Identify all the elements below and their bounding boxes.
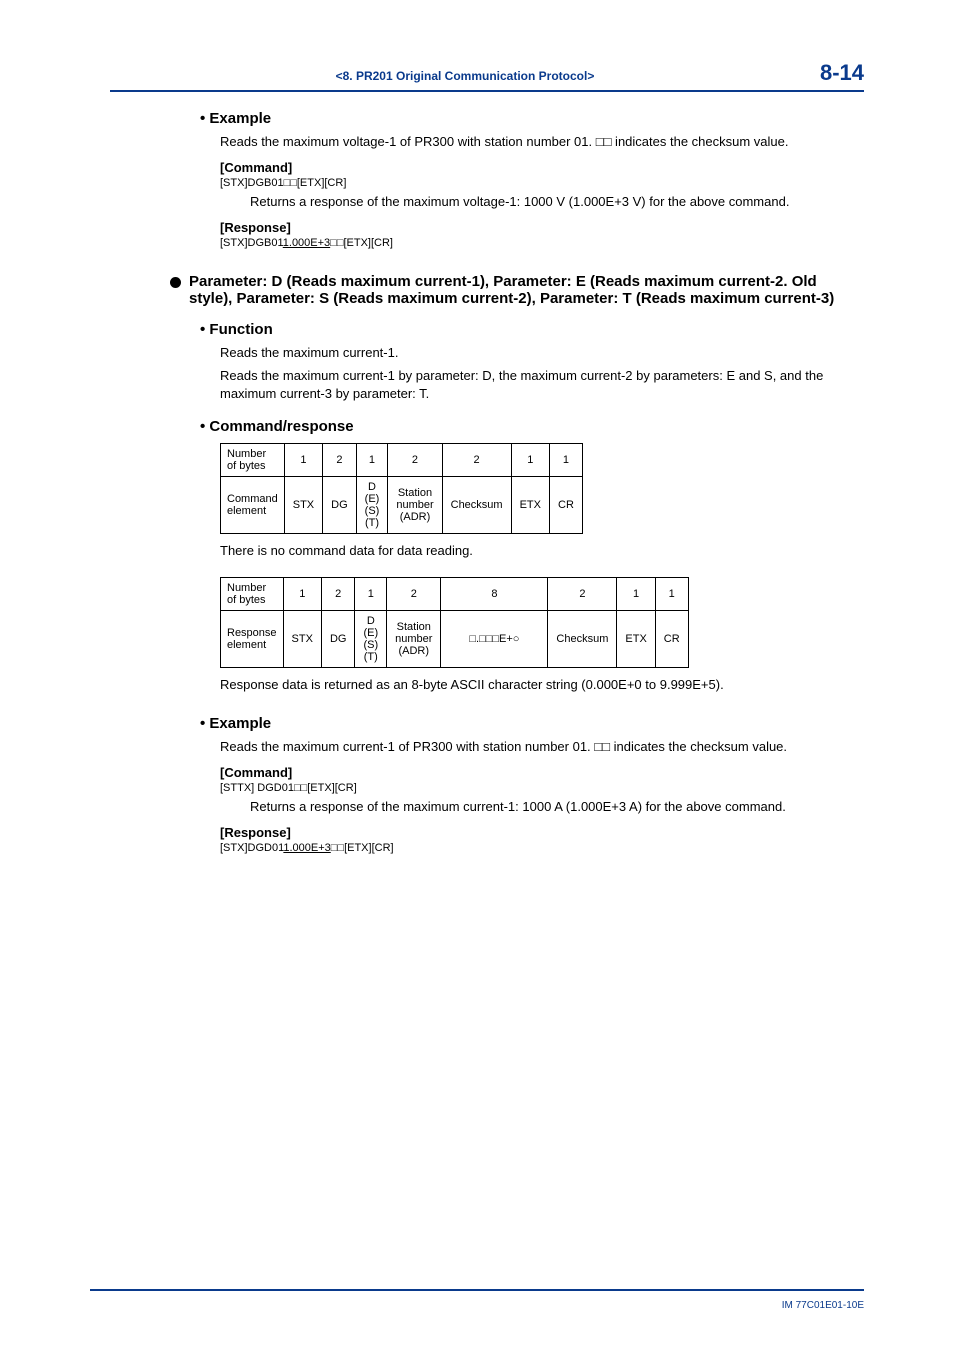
t2-r2-c7: ETX xyxy=(617,611,655,668)
example1-cmd-desc: Returns a response of the maximum voltag… xyxy=(250,193,864,212)
example2-resp-label: [Response] xyxy=(220,825,864,840)
example2-cmd-label: [Command] xyxy=(220,765,864,780)
function-line1: Reads the maximum current-1. xyxy=(220,344,864,363)
example2-intro: Reads the maximum current-1 of PR300 wit… xyxy=(220,738,864,757)
t2-r2-c1: STX xyxy=(283,611,321,668)
t2-r1-c7: 1 xyxy=(617,578,655,611)
t1-r2-c4: Stationnumber(ADR) xyxy=(388,477,442,534)
example2-resp-prefix: [STX]DGD01 xyxy=(220,842,283,854)
t1-r1-c6: 1 xyxy=(511,444,549,477)
example1-resp-line: [STX]DGB011.000E+3□□[ETX][CR] xyxy=(220,237,864,249)
response-note: Response data is returned as an 8-byte A… xyxy=(220,676,864,695)
t2-r1-c8: 1 xyxy=(655,578,688,611)
example2-resp-line: [STX]DGD011.000E+3□□[ETX][CR] xyxy=(220,842,864,854)
t2-r1-c5: 8 xyxy=(441,578,548,611)
t1-r2-c1: STX xyxy=(284,477,322,534)
example2-heading: • Example xyxy=(200,715,864,732)
t1-r2-c2: DG xyxy=(323,477,357,534)
t2-r1-c3: 1 xyxy=(355,578,387,611)
t2-r2-c0: Responseelement xyxy=(221,611,284,668)
example1-resp-label: [Response] xyxy=(220,220,864,235)
t1-r2-c5: Checksum xyxy=(442,477,511,534)
command-table: Numberof bytes 1 2 1 2 2 1 1 Commandelem… xyxy=(220,443,583,534)
t2-r1-c6: 2 xyxy=(548,578,617,611)
parameter-heading: Parameter: D (Reads maximum current-1), … xyxy=(170,273,864,307)
page-header: <8. PR201 Original Communication Protoco… xyxy=(110,60,864,92)
t1-r1-c1: 1 xyxy=(284,444,322,477)
t2-r2-c5: □.□□□E+○ xyxy=(441,611,548,668)
t1-r2-c6: ETX xyxy=(511,477,549,534)
example1-cmd-line: [STX]DGB01□□[ETX][CR] xyxy=(220,177,864,189)
function-line2: Reads the maximum current-1 by parameter… xyxy=(220,367,864,405)
t1-r2-c0: Commandelement xyxy=(221,477,285,534)
example2-resp-suffix: □□[ETX][CR] xyxy=(331,842,394,854)
example2-cmd-line: [STTX] DGD01□□[ETX][CR] xyxy=(220,782,864,794)
example1-resp-suffix: □□[ETX][CR] xyxy=(330,237,393,249)
t2-r2-c4: Stationnumber(ADR) xyxy=(387,611,441,668)
example1-cmd-label: [Command] xyxy=(220,160,864,175)
example1-intro: Reads the maximum voltage-1 of PR300 wit… xyxy=(220,133,864,152)
example1-heading: • Example xyxy=(200,110,864,127)
t1-r1-c4: 2 xyxy=(388,444,442,477)
page-number: 8-14 xyxy=(820,60,864,86)
t1-r1-c0: Numberof bytes xyxy=(221,444,285,477)
example2-cmd-desc: Returns a response of the maximum curren… xyxy=(250,798,864,817)
t1-r1-c2: 2 xyxy=(323,444,357,477)
footer-doc-id: IM 77C01E01-10E xyxy=(782,1300,864,1311)
no-command-data-note: There is no command data for data readin… xyxy=(220,542,864,561)
t1-r1-c5: 2 xyxy=(442,444,511,477)
example2-resp-underlined: 1.000E+3 xyxy=(283,842,330,854)
chapter-title: <8. PR201 Original Communication Protoco… xyxy=(336,69,595,83)
bullet-circle-icon xyxy=(170,277,181,288)
t2-r1-c1: 1 xyxy=(283,578,321,611)
footer-rule xyxy=(90,1289,864,1291)
t1-r1-c3: 1 xyxy=(356,444,388,477)
t2-r2-c2: DG xyxy=(321,611,355,668)
response-table: Numberof bytes 1 2 1 2 8 2 1 1 Responsee… xyxy=(220,577,689,668)
t2-r2-c8: CR xyxy=(655,611,688,668)
t2-r1-c0: Numberof bytes xyxy=(221,578,284,611)
t1-r2-c7: CR xyxy=(550,477,583,534)
t1-r1-c7: 1 xyxy=(550,444,583,477)
t2-r2-c3: D(E)(S)(T) xyxy=(355,611,387,668)
t2-r1-c4: 2 xyxy=(387,578,441,611)
t2-r2-c6: Checksum xyxy=(548,611,617,668)
parameter-heading-text: Parameter: D (Reads maximum current-1), … xyxy=(189,273,864,307)
example1-resp-underlined: 1.000E+3 xyxy=(283,237,330,249)
cmdresp-heading: • Command/response xyxy=(200,418,864,435)
t1-r2-c3: D(E)(S)(T) xyxy=(356,477,388,534)
function-heading: • Function xyxy=(200,321,864,338)
example1-resp-prefix: [STX]DGB01 xyxy=(220,237,283,249)
t2-r1-c2: 2 xyxy=(321,578,355,611)
